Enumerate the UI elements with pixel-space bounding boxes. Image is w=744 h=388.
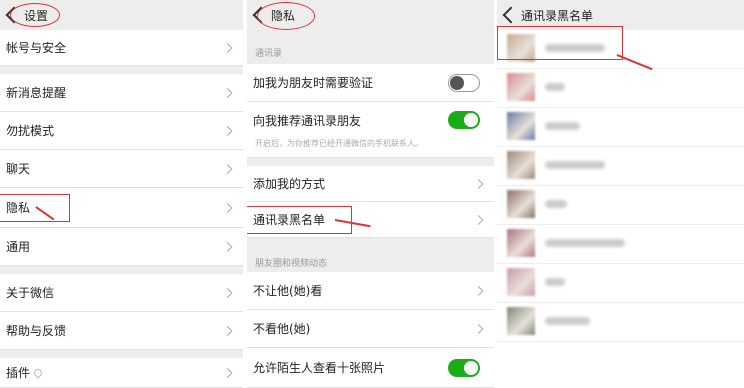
setting-label: 向我推荐通讯录朋友 (253, 114, 362, 128)
menu-item-label: 新消息提醒 (6, 86, 67, 100)
setting-label: 不让他(她)看 (253, 284, 323, 298)
contact-name-redacted (545, 317, 590, 325)
section-header-moments: 朋友圈和视频动态 (255, 259, 328, 269)
menu-item-general[interactable]: 通用 (0, 228, 243, 266)
menu-item-help-feedback[interactable]: 帮助与反馈 (0, 312, 243, 350)
settings-panel: 设置 帐号与安全 新消息提醒 勿扰模式 聊天 隐私 通用 关于微信 帮助与反馈 … (0, 0, 243, 388)
blacklist-contact-row[interactable] (497, 108, 744, 147)
blacklist-contact-row[interactable] (497, 264, 744, 303)
blacklist-contact-row[interactable] (497, 147, 744, 186)
location-pin-icon (32, 366, 44, 379)
avatar (507, 268, 535, 296)
chevron-right-icon (222, 325, 233, 336)
avatar (507, 73, 535, 101)
menu-item-label: 帐号与安全 (6, 41, 67, 55)
contact-name-redacted (545, 161, 605, 169)
contact-name-redacted (545, 83, 565, 91)
contact-name-redacted (545, 278, 565, 286)
setting-label: 加我为朋友时需要验证 (253, 76, 374, 90)
back-icon[interactable] (502, 6, 520, 24)
contact-name-redacted (545, 200, 567, 208)
chevron-right-icon (473, 323, 484, 334)
avatar (507, 112, 535, 140)
chevron-right-icon (222, 125, 233, 136)
chevron-right-icon (473, 285, 484, 296)
setting-stranger-photos[interactable]: 允许陌生人查看十张照片 (247, 348, 494, 388)
chevron-right-icon (222, 42, 233, 53)
menu-item-label: 帮助与反馈 (6, 324, 67, 338)
chevron-right-icon (222, 87, 233, 98)
menu-item-notifications[interactable]: 新消息提醒 (0, 74, 243, 112)
contact-name-redacted (545, 122, 580, 130)
annotation-circle (257, 2, 315, 30)
setting-add-method[interactable]: 添加我的方式 (247, 166, 494, 202)
chevron-right-icon (473, 214, 484, 225)
blacklist-contact-row[interactable] (497, 303, 744, 342)
annotation-circle (10, 3, 60, 27)
menu-item-label: 聊天 (6, 162, 31, 176)
setting-not-see[interactable]: 不看他(她) (247, 310, 494, 348)
chevron-right-icon (222, 241, 233, 252)
annotation-box (497, 26, 623, 60)
blacklist-contact-row[interactable] (497, 225, 744, 264)
setting-description: 开启后，为你推荐已经开通微信的手机联系人。 (255, 139, 423, 148)
menu-item-chat[interactable]: 聊天 (0, 150, 243, 188)
chevron-right-icon (222, 202, 233, 213)
chevron-right-icon (473, 178, 484, 189)
menu-item-label: 勿扰模式 (6, 124, 55, 138)
stranger-photos-toggle[interactable] (448, 358, 480, 377)
setting-label: 允许陌生人查看十张照片 (253, 361, 386, 375)
contact-name-redacted (545, 239, 625, 247)
avatar (507, 190, 535, 218)
chevron-right-icon (222, 287, 233, 298)
chevron-right-icon (222, 367, 233, 378)
add-verify-toggle[interactable] (448, 73, 480, 92)
menu-item-label: 插件 (6, 366, 31, 380)
annotation-box (0, 194, 70, 222)
setting-label: 不看他(她) (253, 322, 311, 336)
setting-label: 添加我的方式 (253, 177, 326, 191)
blacklist-contact-row[interactable] (497, 186, 744, 225)
avatar (507, 151, 535, 179)
menu-item-plugins[interactable]: 插件 (0, 358, 243, 388)
menu-item-about[interactable]: 关于微信 (0, 274, 243, 312)
blacklist-contact-row[interactable] (497, 69, 744, 108)
section-header-contacts: 通讯录 (255, 49, 283, 59)
privacy-panel: 隐私 通讯录 加我为朋友时需要验证 向我推荐通讯录朋友 开启后，为你推荐已经开通微… (247, 0, 494, 388)
recommend-toggle[interactable] (448, 111, 480, 129)
menu-item-do-not-disturb[interactable]: 勿扰模式 (0, 112, 243, 150)
menu-item-account-security[interactable]: 帐号与安全 (0, 30, 243, 66)
avatar (507, 307, 535, 335)
page-title: 通讯录黑名单 (521, 8, 594, 23)
menu-item-label: 关于微信 (6, 286, 55, 300)
menu-item-label: 通用 (6, 240, 31, 254)
blacklist-panel: 通讯录黑名单 (497, 0, 744, 388)
setting-hide-from[interactable]: 不让他(她)看 (247, 272, 494, 310)
setting-add-verify[interactable]: 加我为朋友时需要验证 (247, 64, 494, 102)
chevron-right-icon (222, 163, 233, 174)
setting-recommend-contacts[interactable]: 向我推荐通讯录朋友开启后，为你推荐已经开通微信的手机联系人。 (247, 102, 494, 158)
avatar (507, 229, 535, 257)
